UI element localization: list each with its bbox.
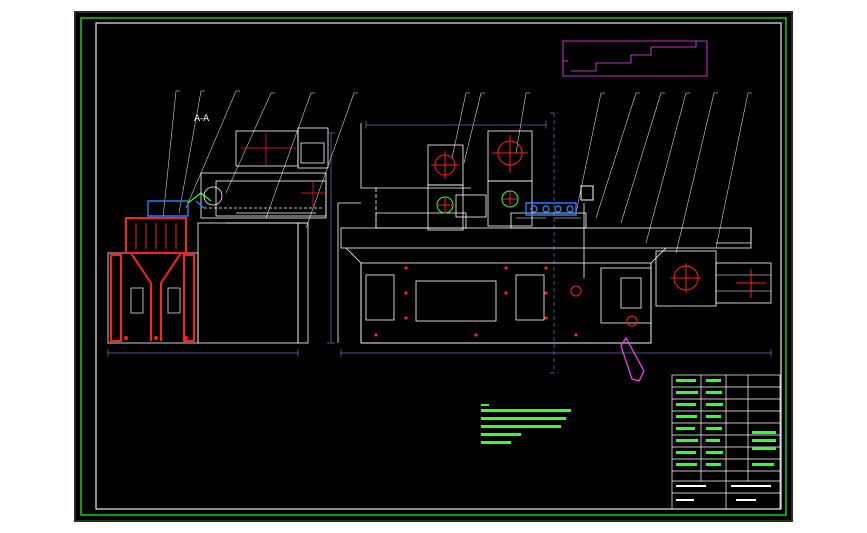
bed-bolts [374,266,578,337]
drawing-sheet: A-A [74,11,793,522]
handle-lever [620,336,645,382]
right-drive-marks [570,185,766,327]
feed-cycle-diagram [562,40,708,77]
cad-drawing: A-A [80,17,787,516]
spindle-motors [427,130,533,231]
left-column [197,127,329,344]
left-motor-centerline [241,133,326,208]
callout-leaders [162,90,752,254]
left-dimensions [107,132,335,357]
technical-notes [481,404,571,444]
spindle-motor-crosshairs [431,135,528,214]
inner-frame [95,22,782,510]
machine-bed [337,123,752,344]
section-view-housing [107,192,212,344]
main-dimensions [340,112,772,374]
